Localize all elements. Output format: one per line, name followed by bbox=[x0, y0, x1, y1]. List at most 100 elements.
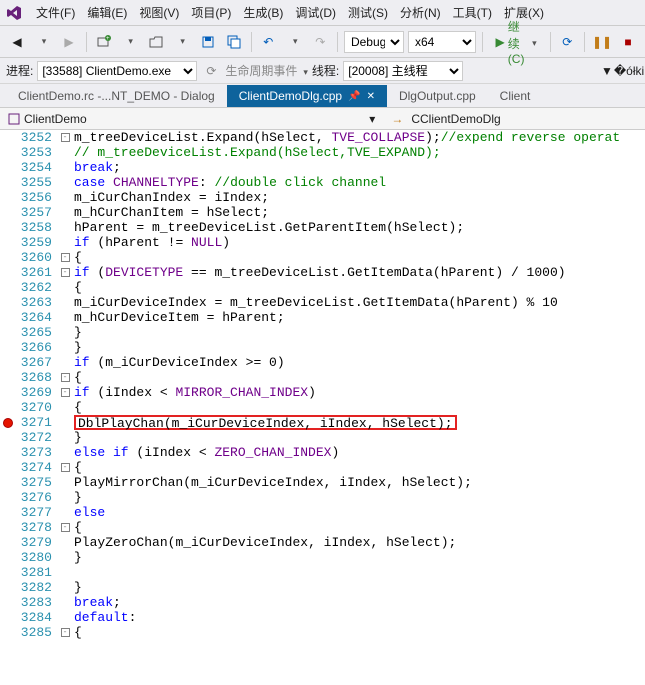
fold-margin[interactable] bbox=[58, 475, 72, 490]
fold-margin[interactable] bbox=[58, 325, 72, 340]
new-dropdown[interactable] bbox=[119, 31, 141, 53]
fold-margin[interactable] bbox=[58, 220, 72, 235]
breakpoint-margin[interactable] bbox=[0, 505, 16, 520]
code-text[interactable]: default: bbox=[72, 610, 645, 625]
code-line[interactable]: 3280 } bbox=[0, 550, 645, 565]
code-line[interactable]: 3281 bbox=[0, 565, 645, 580]
code-text[interactable]: break; bbox=[72, 595, 645, 610]
breakpoint-margin[interactable] bbox=[0, 190, 16, 205]
menu-item[interactable]: 编辑(E) bbox=[81, 3, 133, 23]
breakpoint-margin[interactable] bbox=[0, 205, 16, 220]
code-text[interactable] bbox=[72, 565, 645, 580]
code-text[interactable]: else bbox=[72, 505, 645, 520]
breakpoint-margin[interactable] bbox=[0, 370, 16, 385]
code-text[interactable]: m_iCurDeviceIndex = m_treeDeviceList.Get… bbox=[72, 295, 645, 310]
undo-button[interactable]: ↶ bbox=[257, 31, 279, 53]
fold-margin[interactable] bbox=[58, 280, 72, 295]
fold-margin[interactable] bbox=[58, 565, 72, 580]
fold-margin[interactable] bbox=[58, 310, 72, 325]
menu-item[interactable]: 视图(V) bbox=[133, 3, 185, 23]
breakpoint-margin[interactable] bbox=[0, 130, 16, 145]
fold-toggle-icon[interactable]: - bbox=[61, 268, 70, 277]
document-tab[interactable]: ClientDemoDlg.cpp📌✕ bbox=[227, 85, 387, 107]
code-line[interactable]: 3278- { bbox=[0, 520, 645, 535]
thread-select[interactable]: [20008] 主线程 bbox=[343, 61, 463, 81]
lifecycle-events-button[interactable]: ⟳ bbox=[201, 61, 221, 81]
fold-toggle-icon[interactable]: - bbox=[61, 523, 70, 532]
lifecycle-dropdown[interactable] bbox=[301, 64, 308, 78]
code-text[interactable]: case CHANNELTYPE: //double click channel bbox=[72, 175, 645, 190]
fold-margin[interactable]: - bbox=[58, 370, 72, 385]
code-text[interactable]: hParent = m_treeDeviceList.GetParentItem… bbox=[72, 220, 645, 235]
breakpoint-margin[interactable] bbox=[0, 280, 16, 295]
save-all-button[interactable] bbox=[223, 31, 245, 53]
fold-margin[interactable] bbox=[58, 295, 72, 310]
platform-select[interactable]: x64 bbox=[408, 31, 476, 53]
code-line[interactable]: 3270 { bbox=[0, 400, 645, 415]
breakpoint-margin[interactable] bbox=[0, 415, 16, 430]
code-text[interactable]: { bbox=[72, 280, 645, 295]
code-text[interactable]: } bbox=[72, 325, 645, 340]
fold-margin[interactable] bbox=[58, 400, 72, 415]
code-line[interactable]: 3259 if (hParent != NULL) bbox=[0, 235, 645, 250]
code-text[interactable]: if (hParent != NULL) bbox=[72, 235, 645, 250]
undo-dropdown[interactable] bbox=[283, 31, 305, 53]
code-line[interactable]: 3265 } bbox=[0, 325, 645, 340]
menu-item[interactable]: 测试(S) bbox=[342, 3, 394, 23]
fold-margin[interactable] bbox=[58, 190, 72, 205]
code-line[interactable]: 3252- m_treeDeviceList.Expand(hSelect, T… bbox=[0, 130, 645, 145]
breakpoint-margin[interactable] bbox=[0, 595, 16, 610]
pause-button[interactable]: ❚❚ bbox=[591, 31, 613, 53]
code-editor[interactable]: 3252- m_treeDeviceList.Expand(hSelect, T… bbox=[0, 130, 645, 685]
redo-button[interactable]: ↷ bbox=[309, 31, 331, 53]
breakpoint-margin[interactable] bbox=[0, 310, 16, 325]
code-text[interactable]: break; bbox=[72, 160, 645, 175]
breakpoint-margin[interactable] bbox=[0, 475, 16, 490]
code-text[interactable]: DblPlayChan(m_iCurDeviceIndex, iIndex, h… bbox=[72, 415, 645, 430]
breakpoint-icon[interactable] bbox=[3, 418, 13, 428]
code-text[interactable]: // m_treeDeviceList.Expand(hSelect,TVE_E… bbox=[72, 145, 645, 160]
code-text[interactable]: else if (iIndex < ZERO_CHAN_INDEX) bbox=[72, 445, 645, 460]
code-line[interactable]: 3264 m_hCurDeviceItem = hParent; bbox=[0, 310, 645, 325]
breakpoint-margin[interactable] bbox=[0, 175, 16, 190]
process-select[interactable]: [33588] ClientDemo.exe bbox=[37, 61, 197, 81]
fold-margin[interactable] bbox=[58, 535, 72, 550]
breakpoint-margin[interactable] bbox=[0, 550, 16, 565]
fold-margin[interactable] bbox=[58, 550, 72, 565]
code-line[interactable]: 3279 PlayZeroChan(m_iCurDeviceIndex, iIn… bbox=[0, 535, 645, 550]
code-line[interactable]: 3267 if (m_iCurDeviceIndex >= 0) bbox=[0, 355, 645, 370]
fold-margin[interactable] bbox=[58, 160, 72, 175]
fold-margin[interactable] bbox=[58, 340, 72, 355]
breakpoint-margin[interactable] bbox=[0, 220, 16, 235]
fold-margin[interactable] bbox=[58, 205, 72, 220]
fold-margin[interactable] bbox=[58, 610, 72, 625]
continue-dropdown[interactable] bbox=[530, 35, 537, 49]
close-icon[interactable]: ✕ bbox=[367, 91, 375, 102]
breakpoint-margin[interactable] bbox=[0, 445, 16, 460]
breakpoint-margin[interactable] bbox=[0, 490, 16, 505]
pin-icon[interactable]: 📌 bbox=[348, 91, 360, 102]
code-line[interactable]: 3282 } bbox=[0, 580, 645, 595]
code-line[interactable]: 3283 break; bbox=[0, 595, 645, 610]
fold-margin[interactable]: - bbox=[58, 250, 72, 265]
code-line[interactable]: 3254 break; bbox=[0, 160, 645, 175]
breakpoint-margin[interactable] bbox=[0, 535, 16, 550]
breakpoint-margin[interactable] bbox=[0, 160, 16, 175]
code-line[interactable]: 3285- { bbox=[0, 625, 645, 640]
code-line[interactable]: 3272 } bbox=[0, 430, 645, 445]
code-text[interactable]: { bbox=[72, 520, 645, 535]
open-dropdown[interactable] bbox=[171, 31, 193, 53]
fold-margin[interactable]: - bbox=[58, 460, 72, 475]
breakpoint-margin[interactable] bbox=[0, 400, 16, 415]
stack-frame-icon[interactable]: �ółki bbox=[619, 61, 639, 81]
fold-toggle-icon[interactable]: - bbox=[61, 388, 70, 397]
fold-margin[interactable]: - bbox=[58, 130, 72, 145]
fold-margin[interactable] bbox=[58, 355, 72, 370]
fold-margin[interactable] bbox=[58, 415, 72, 430]
breakpoint-margin[interactable] bbox=[0, 610, 16, 625]
code-text[interactable]: { bbox=[72, 625, 645, 640]
scope-dropdown[interactable]: ClientDemo bbox=[4, 112, 91, 126]
breakpoint-margin[interactable] bbox=[0, 520, 16, 535]
breakpoint-margin[interactable] bbox=[0, 265, 16, 280]
fold-toggle-icon[interactable]: - bbox=[61, 253, 70, 262]
